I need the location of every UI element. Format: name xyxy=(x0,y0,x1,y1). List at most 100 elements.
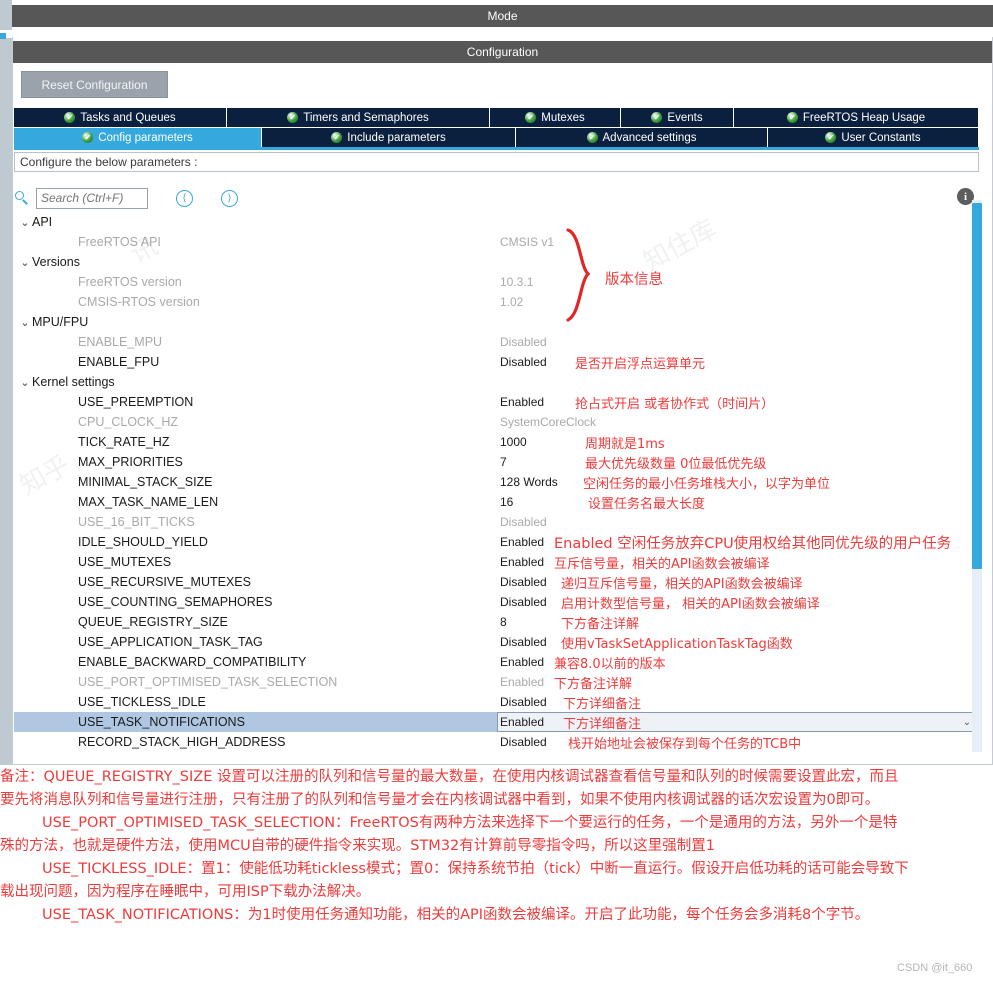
param-value[interactable]: 7 xyxy=(500,455,507,469)
tree-param-row[interactable]: FreeRTOS API CMSIS v1 xyxy=(14,232,979,252)
bottom-note-line: 备注：QUEUE_REGISTRY_SIZE 设置可以注册的队列和信号量的最大数… xyxy=(0,769,899,785)
param-value[interactable]: Disabled xyxy=(500,575,547,589)
param-name: QUEUE_REGISTRY_SIZE xyxy=(78,615,228,629)
param-value[interactable]: Disabled xyxy=(500,635,547,649)
param-value[interactable]: 1000 xyxy=(500,435,527,449)
tree-param-row[interactable]: ENABLE_FPU Disabled 是否开启浮点运算单元 xyxy=(14,352,979,372)
chevron-down-icon[interactable]: ⌄ xyxy=(18,216,32,229)
chevron-down-icon[interactable]: ⌄ xyxy=(18,376,32,389)
tab-mutexes[interactable]: ✔ Mutexes xyxy=(490,108,621,127)
tab-freertos-heap-usage[interactable]: ✔ FreeRTOS Heap Usage xyxy=(734,108,979,127)
param-name: USE_PREEMPTION xyxy=(78,395,194,409)
tab-timers-and-semaphores[interactable]: ✔ Timers and Semaphores xyxy=(227,108,490,127)
annotation-note: 最大优先级数量 0位最低优先级 xyxy=(585,456,767,472)
tree-param-row[interactable]: USE_COUNTING_SEMAPHORES Disabled 启用计数型信号量，… xyxy=(14,592,979,612)
param-value[interactable]: Enabled xyxy=(500,655,544,669)
tree-param-row[interactable]: ENABLE_MPU Disabled xyxy=(14,332,979,352)
tab-label: Timers and Semaphores xyxy=(303,111,429,124)
param-value[interactable]: Disabled xyxy=(500,595,547,609)
annotation-note: 下方备注详解 xyxy=(554,676,633,692)
bottom-note-line: 要先将消息队列和信号量进行注册，只有注册了的队列和信号量才会在内核调试器中看到，… xyxy=(0,792,880,808)
tree-group-row[interactable]: ⌄ Kernel settings xyxy=(14,372,979,392)
tree-param-row[interactable]: TICK_RATE_HZ 1000 周期就是1ms xyxy=(14,432,979,452)
tab-tasks-and-queues[interactable]: ✔ Tasks and Queues xyxy=(14,108,227,127)
annotation-note: Enabled 空闲任务放弃CPU使用权给其他同优先级的用户任务 xyxy=(554,535,952,552)
param-value[interactable]: Disabled xyxy=(500,735,547,749)
param-name: USE_COUNTING_SEMAPHORES xyxy=(78,595,273,609)
chevron-right-circle-icon[interactable]: ⟩ xyxy=(221,189,238,207)
tree-param-row[interactable]: MAX_PRIORITIES 7 最大优先级数量 0位最低优先级 xyxy=(14,452,979,472)
param-name: MINIMAL_STACK_SIZE xyxy=(78,475,213,489)
tab-advanced-settings[interactable]: ✔ Advanced settings xyxy=(516,128,768,147)
configuration-header-bar: Configuration xyxy=(13,41,992,63)
tree-param-row[interactable]: USE_PORT_OPTIMISED_TASK_SELECTION Enabled… xyxy=(14,672,979,692)
tree-param-row[interactable]: IDLE_SHOULD_YIELD Enabled Enabled 空闲任务放弃CP… xyxy=(14,532,979,552)
param-value[interactable]: SystemCoreClock xyxy=(500,415,596,429)
tree-param-row[interactable]: USE_TICKLESS_IDLE Disabled 下方详细备注 xyxy=(14,692,979,712)
tree-param-row[interactable]: USE_APPLICATION_TASK_TAG Disabled 使用vTaskS… xyxy=(14,632,979,652)
param-value[interactable]: Enabled xyxy=(500,675,544,689)
tree-group-row[interactable]: ⌄ Versions xyxy=(14,252,979,272)
param-value[interactable]: 10.3.1 xyxy=(500,275,533,289)
chevron-left-circle-icon[interactable]: ⟨ xyxy=(176,189,193,207)
tree-param-row[interactable]: ENABLE_BACKWARD_COMPATIBILITY Enabled 兼容8.… xyxy=(14,652,979,672)
chevron-down-icon[interactable]: ⌄ xyxy=(18,256,32,269)
annotation-note: 周期就是1ms xyxy=(585,436,665,452)
param-name: USE_TASK_NOTIFICATIONS xyxy=(78,715,245,729)
tree-group-label: Versions xyxy=(32,255,80,269)
param-name: USE_TICKLESS_IDLE xyxy=(78,695,206,709)
tab-label: Tasks and Queues xyxy=(80,111,176,124)
param-value[interactable]: Enabled xyxy=(500,535,544,549)
param-value[interactable]: 128 Words xyxy=(500,475,558,489)
param-value[interactable]: Disabled xyxy=(500,355,547,369)
tree-param-row[interactable]: MAX_TASK_NAME_LEN 16 设置任务名最大长度 xyxy=(14,492,979,512)
annotation-note: 互斥信号量，相关的API函数会被编译 xyxy=(554,556,770,572)
check-circle-icon: ✔ xyxy=(525,112,537,123)
param-value[interactable]: 8 xyxy=(500,615,507,629)
parameter-tree[interactable]: ⌄ API FreeRTOS API CMSIS v1 ⌄ Versions FreeRTO… xyxy=(14,212,979,757)
annotation-note: 启用计数型信号量， 相关的API函数会被编译 xyxy=(561,596,820,612)
tree-param-row[interactable]: CPU_CLOCK_HZ SystemCoreClock xyxy=(14,412,979,432)
tree-param-row[interactable]: QUEUE_REGISTRY_SIZE 8 下方备注详解 xyxy=(14,612,979,632)
param-name: TICK_RATE_HZ xyxy=(78,435,170,449)
param-value[interactable]: 1.02 xyxy=(500,295,523,309)
bottom-annotations: 备注：QUEUE_REGISTRY_SIZE 设置可以注册的队列和信号量的最大数… xyxy=(0,766,993,966)
reset-configuration-button[interactable]: Reset Configuration xyxy=(21,71,168,98)
param-value[interactable]: 16 xyxy=(500,495,513,509)
param-value[interactable]: Disabled xyxy=(500,335,547,349)
annotation-note: 下方详细备注 xyxy=(563,716,642,732)
check-circle-icon: ✔ xyxy=(586,132,598,143)
tree-param-row[interactable]: CMSIS-RTOS version 1.02 xyxy=(14,292,979,312)
tree-param-row[interactable]: USE_MUTEXES Enabled 互斥信号量，相关的API函数会被编译 xyxy=(14,552,979,572)
tree-param-row[interactable]: FreeRTOS version 10.3.1 xyxy=(14,272,979,292)
header-gap xyxy=(12,27,993,37)
tree-param-row[interactable]: USE_RECURSIVE_MUTEXES Disabled 递归互斥信号量，相关的… xyxy=(14,572,979,592)
window-left-edge xyxy=(0,0,12,765)
param-value[interactable]: CMSIS v1 xyxy=(500,235,554,249)
param-name: USE_MUTEXES xyxy=(78,555,172,569)
tab-user-constants[interactable]: ✔ User Constants xyxy=(768,128,979,147)
param-value[interactable]: Enabled xyxy=(500,715,544,729)
tree-param-row[interactable]: USE_PREEMPTION Enabled 抢占式开启 或者协作式（时间片） xyxy=(14,392,979,412)
tab-config-parameters[interactable]: ✔ Config parameters xyxy=(14,128,262,147)
param-value[interactable]: Disabled xyxy=(500,515,547,529)
tree-param-row[interactable]: MINIMAL_STACK_SIZE 128 Words 空闲任务的最小任务堆栈大小… xyxy=(14,472,979,492)
search-input[interactable] xyxy=(36,187,148,209)
tree-scrollbar-thumb[interactable] xyxy=(972,203,982,569)
tab-include-parameters[interactable]: ✔ Include parameters xyxy=(262,128,516,147)
tree-group-label: MPU/FPU xyxy=(32,315,89,329)
param-name: FreeRTOS version xyxy=(78,275,182,289)
chevron-down-icon[interactable]: ⌄ xyxy=(962,717,972,728)
chevron-down-icon[interactable]: ⌄ xyxy=(18,316,32,329)
tree-param-row[interactable]: USE_16_BIT_TICKS Disabled xyxy=(14,512,979,532)
check-circle-icon: ✔ xyxy=(331,132,343,143)
tab-events[interactable]: ✔ Events xyxy=(621,108,734,127)
mode-header-bar: Mode xyxy=(12,5,993,27)
tree-param-row[interactable]: ⌄ USE_TASK_NOTIFICATIONS Enabled 下方详细备注 xyxy=(14,712,979,732)
tree-param-row[interactable]: RECORD_STACK_HIGH_ADDRESS Disabled 栈开始地址会被… xyxy=(14,732,979,752)
tree-group-row[interactable]: ⌄ MPU/FPU xyxy=(14,312,979,332)
tree-group-row[interactable]: ⌄ API xyxy=(14,212,979,232)
param-value[interactable]: Enabled xyxy=(500,395,544,409)
param-value[interactable]: Enabled xyxy=(500,555,544,569)
param-value[interactable]: Disabled xyxy=(500,695,547,709)
